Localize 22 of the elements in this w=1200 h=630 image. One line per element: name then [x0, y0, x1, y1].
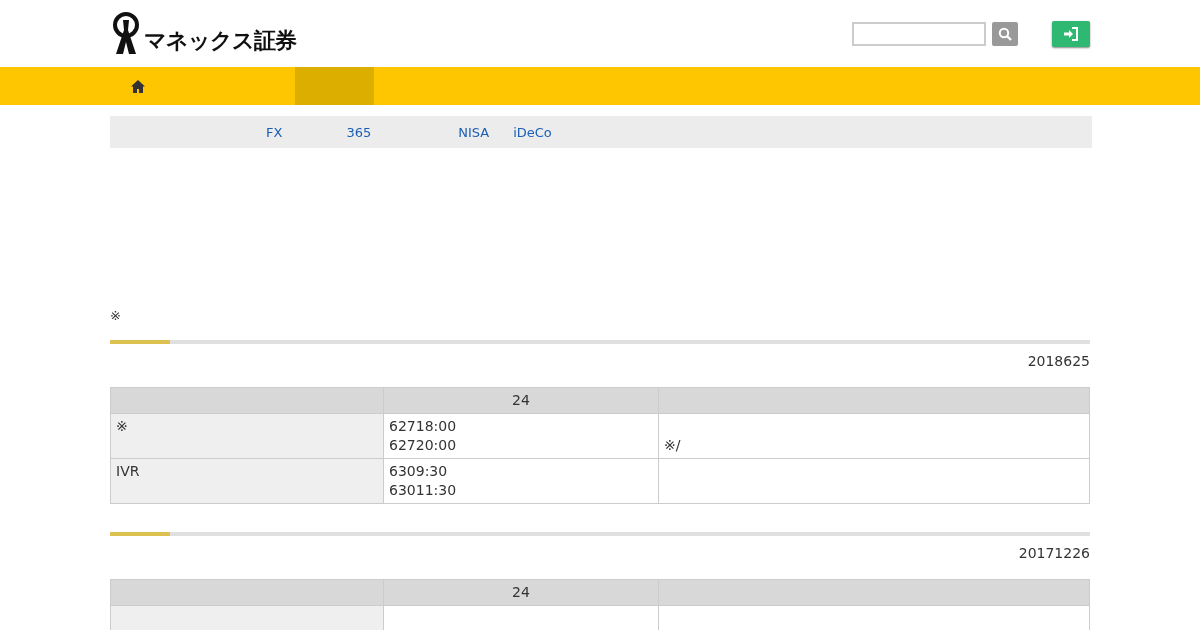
column-header: 24	[383, 387, 659, 414]
column-header: 24	[383, 579, 659, 606]
update-date: 20171226	[1017, 545, 1090, 561]
search-field[interactable]	[852, 21, 986, 46]
subnav-link[interactable]: 365	[346, 124, 372, 140]
update-date: 2018625	[1026, 353, 1090, 369]
table-cell: 6309:30 63011:30	[383, 458, 659, 504]
subnav-link[interactable]: iDeCo	[513, 124, 552, 140]
table-cell: IVR	[110, 458, 384, 504]
home-icon	[130, 79, 145, 93]
login-button[interactable]	[1052, 20, 1090, 47]
note-text: ※	[110, 308, 122, 325]
logo-figure-icon	[110, 11, 142, 56]
table-cell: ※/	[658, 413, 1090, 459]
table-cell: ※	[110, 413, 384, 459]
logo-text: マネックス証券	[144, 26, 296, 55]
login-icon	[1063, 26, 1079, 41]
subnav-link[interactable]: FX	[266, 124, 283, 140]
subnav-link[interactable]: NISA	[458, 124, 490, 140]
table-cell: 62718:00 62720:00	[383, 413, 659, 459]
search-button[interactable]	[992, 21, 1018, 46]
search-icon	[998, 26, 1012, 41]
